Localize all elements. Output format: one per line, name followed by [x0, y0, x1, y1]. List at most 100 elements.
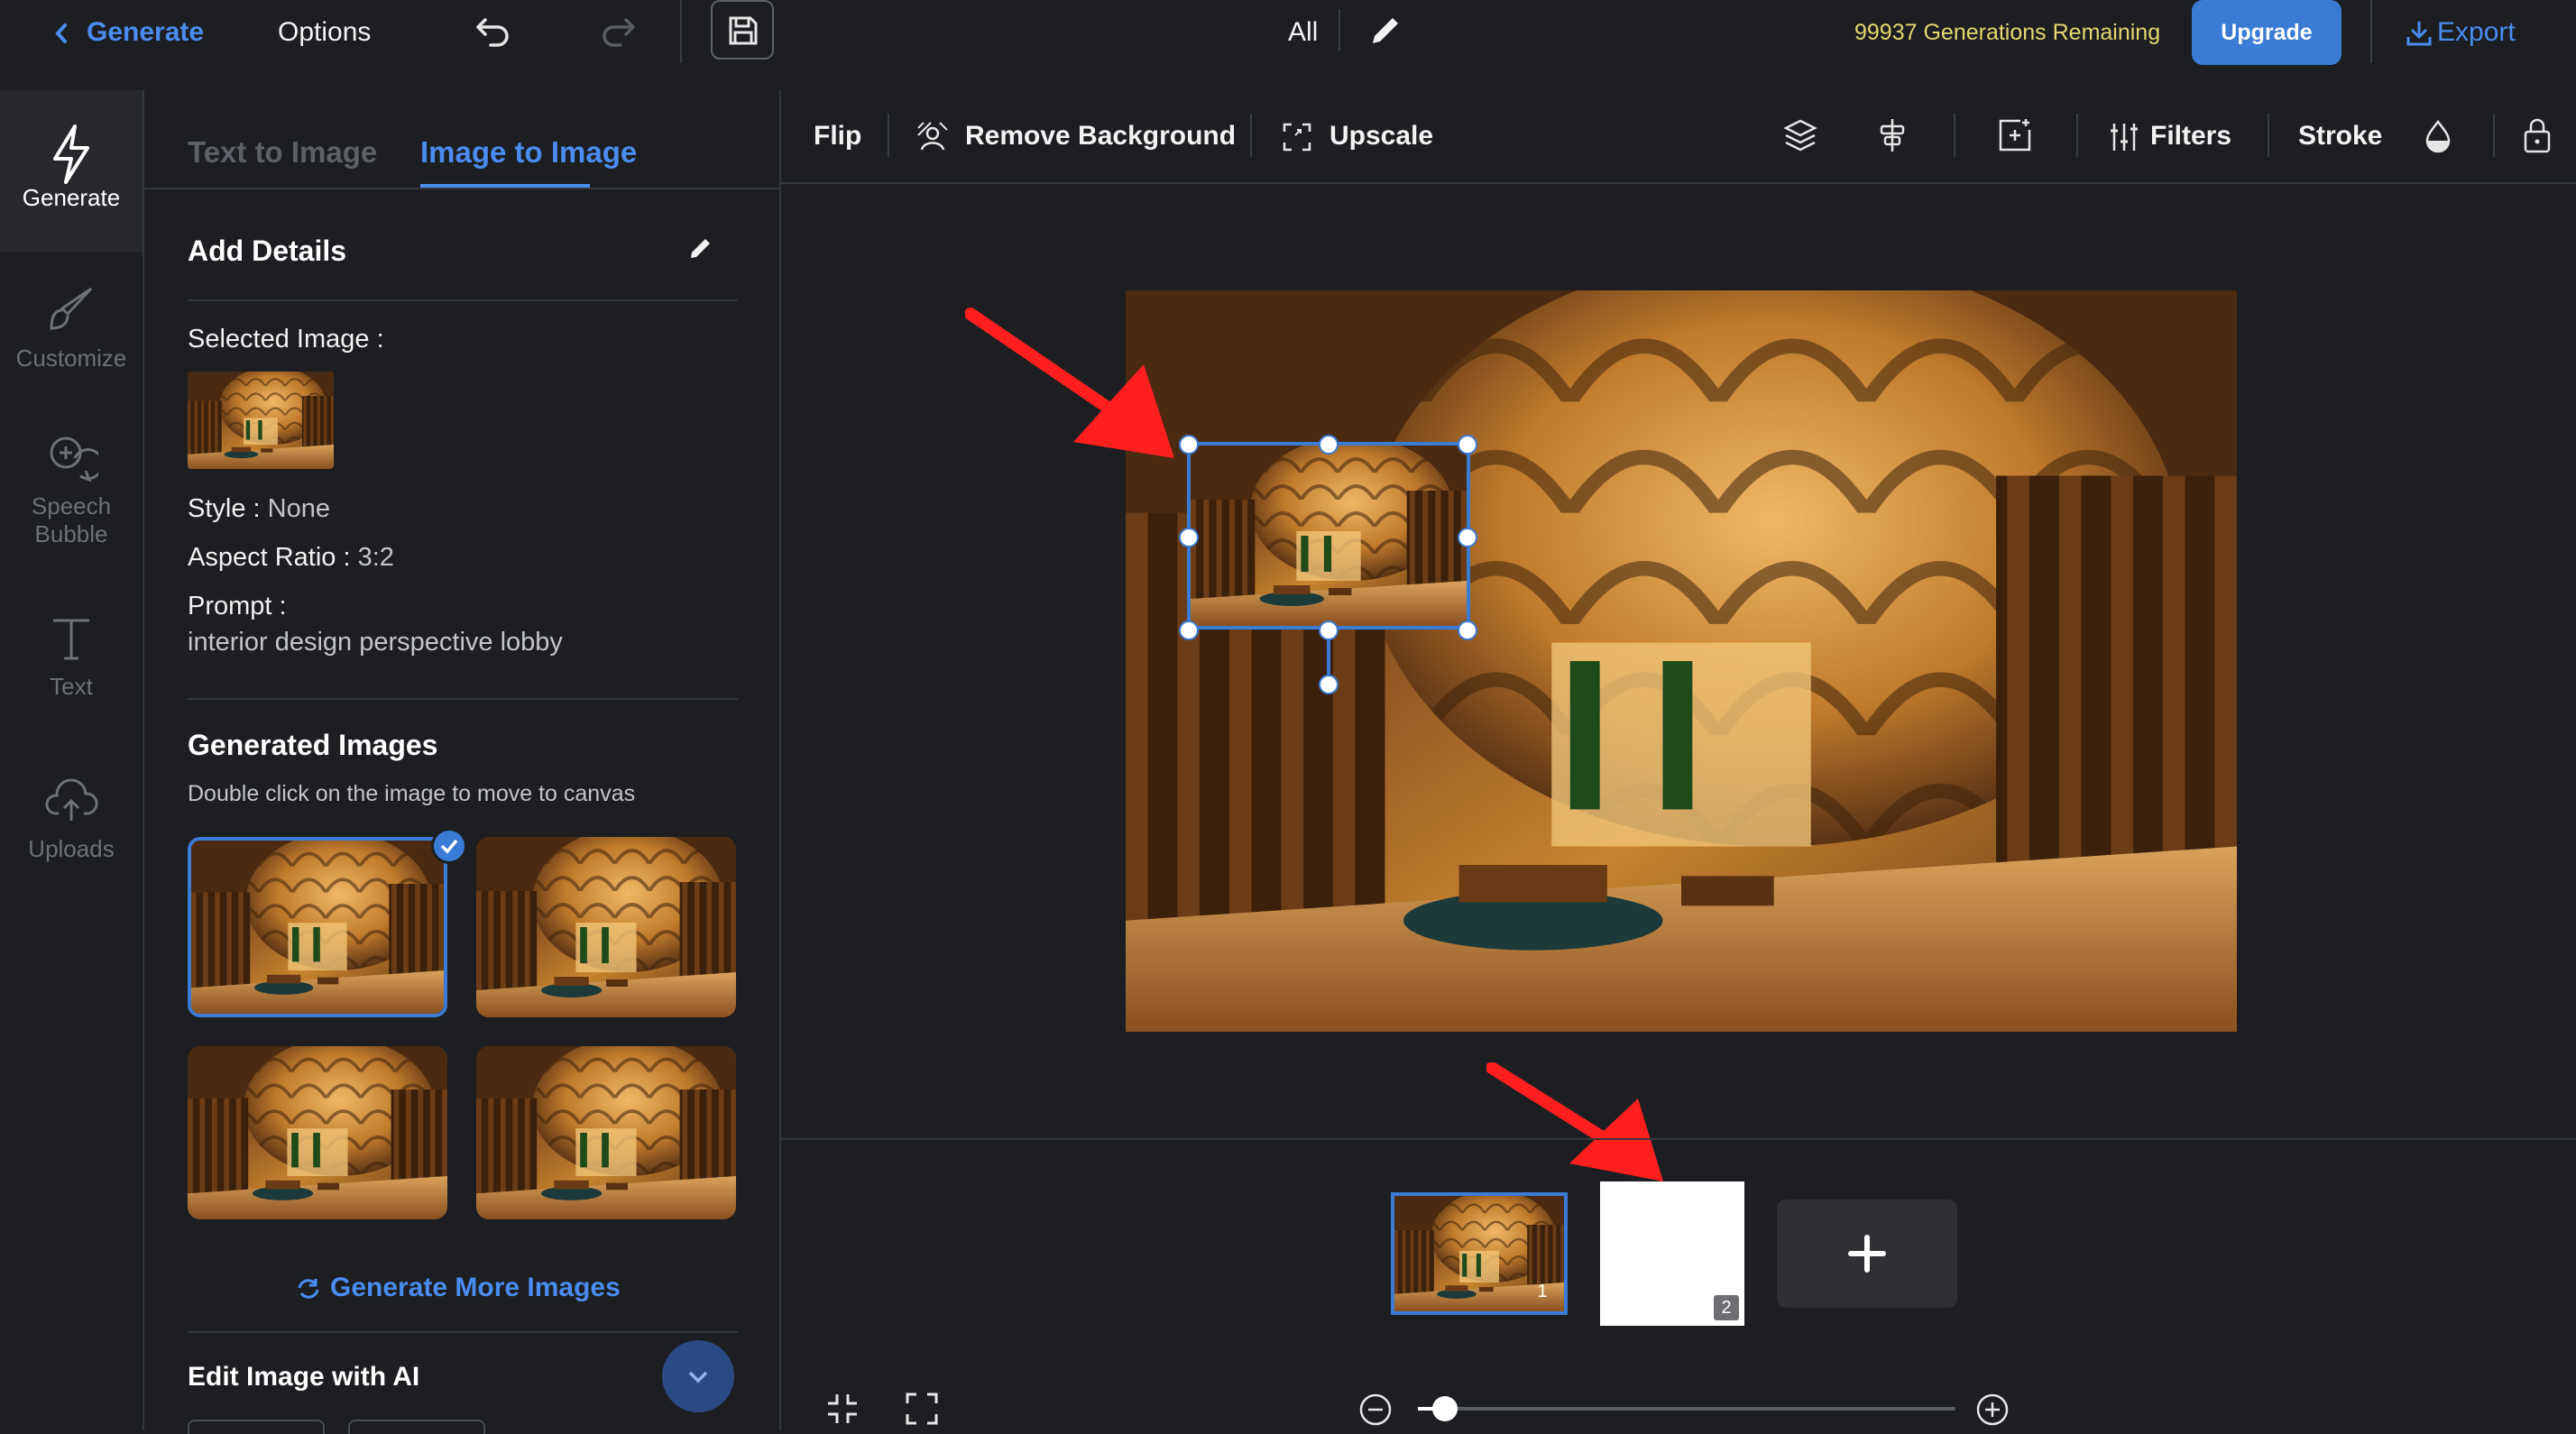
divider: [2370, 0, 2372, 63]
save-button[interactable]: [711, 0, 774, 60]
undo-icon[interactable]: [474, 13, 514, 49]
expand-section-button[interactable]: [662, 1340, 734, 1412]
rotate-handle[interactable]: [1319, 675, 1339, 694]
generated-image-2[interactable]: [476, 837, 736, 1017]
flip-button[interactable]: Flip: [814, 120, 861, 152]
opacity-drop-icon[interactable]: [2423, 119, 2453, 153]
resize-handle[interactable]: [1319, 435, 1339, 455]
add-frame-icon[interactable]: [1997, 117, 2033, 153]
resize-handle[interactable]: [1179, 435, 1199, 455]
divider: [1954, 114, 1955, 157]
rail-item-uploads[interactable]: Uploads: [0, 774, 143, 863]
rail-label: Speech Bubble: [31, 492, 112, 547]
remove-background-icon: [916, 121, 949, 153]
style-row: Style : None: [188, 494, 330, 524]
aspect-value: 3:2: [357, 543, 394, 572]
resize-handle[interactable]: [1179, 620, 1199, 640]
selected-image-thumbnail: [188, 372, 334, 469]
align-center-icon[interactable]: [1876, 117, 1909, 153]
canvas-main-image[interactable]: [1126, 290, 2237, 1032]
zoom-slider-thumb[interactable]: [1432, 1396, 1458, 1421]
tab-text-to-image[interactable]: Text to Image: [188, 135, 377, 170]
prompt-key: Prompt :: [188, 592, 287, 620]
upscale-button[interactable]: Upscale: [1283, 120, 1433, 152]
download-icon: [2405, 19, 2433, 48]
edit-with-ai-title: Edit Image with AI: [188, 1362, 420, 1392]
chevron-down-icon: [685, 1365, 711, 1387]
add-details-title: Add Details: [188, 234, 347, 267]
divider: [188, 698, 738, 700]
zoom-out-icon[interactable]: [1358, 1393, 1393, 1427]
generate-more-button[interactable]: Generate More Images: [296, 1270, 621, 1306]
zoom-in-icon[interactable]: [1975, 1393, 2010, 1427]
top-bar: Generate Options All 99937 Generations R…: [0, 0, 2576, 92]
selected-layer-image[interactable]: [1187, 442, 1470, 630]
tool-rail: Generate Customize Speech Bubble Text Up…: [0, 90, 144, 1430]
generated-image-4[interactable]: [476, 1046, 736, 1219]
tab-image-to-image[interactable]: Image to Image: [420, 135, 637, 170]
ai-option-button[interactable]: [188, 1420, 325, 1434]
remove-background-button[interactable]: Remove Background: [916, 120, 1236, 152]
selected-image-label: Selected Image :: [188, 325, 384, 354]
ai-option-button[interactable]: [348, 1420, 485, 1434]
generated-image-3[interactable]: [188, 1046, 447, 1219]
add-page-button[interactable]: [1777, 1200, 1957, 1308]
layers-icon[interactable]: [1782, 117, 1818, 153]
upscale-icon: [1283, 123, 1311, 152]
divider: [188, 299, 738, 301]
chevron-left-icon: [52, 20, 70, 47]
page-number: 2: [1714, 1295, 1739, 1320]
export-button[interactable]: Export: [2405, 16, 2516, 49]
lightning-icon: [44, 123, 98, 184]
generated-image-1[interactable]: [188, 837, 447, 1017]
aspect-ratio-row: Aspect Ratio : 3:2: [188, 543, 394, 573]
cloud-upload-icon: [44, 774, 98, 828]
sliders-icon: [2109, 122, 2139, 152]
pencil-icon[interactable]: [1367, 13, 1403, 49]
resize-handle[interactable]: [1179, 528, 1199, 547]
annotation-arrow: [965, 307, 1182, 460]
speech-bubble-icon: [44, 431, 98, 485]
text-icon: [44, 611, 98, 666]
lock-icon[interactable]: [2522, 117, 2553, 153]
remove-background-label: Remove Background: [965, 121, 1237, 151]
redo-icon[interactable]: [597, 13, 637, 49]
back-button[interactable]: Generate: [52, 16, 204, 49]
divider: [188, 1331, 738, 1333]
edit-pencil-icon[interactable]: [687, 234, 714, 262]
page-thumbnail-1[interactable]: 1: [1391, 1192, 1568, 1315]
divider: [1339, 9, 1340, 51]
resize-handle[interactable]: [1319, 620, 1339, 640]
generations-remaining: 99937 Generations Remaining: [1854, 20, 2161, 45]
prompt-value: interior design perspective lobby: [188, 628, 563, 657]
generate-more-label: Generate More Images: [330, 1273, 621, 1302]
resize-handle[interactable]: [1458, 620, 1477, 640]
stroke-button[interactable]: Stroke: [2298, 120, 2382, 152]
fit-screen-icon[interactable]: [824, 1391, 860, 1427]
export-label: Export: [2437, 17, 2516, 47]
rail-item-customize[interactable]: Customize: [0, 283, 143, 372]
divider: [2268, 114, 2269, 157]
filters-label: Filters: [2150, 121, 2232, 151]
fullscreen-icon[interactable]: [904, 1391, 940, 1427]
generate-panel: Text to Image Image to Image Add Details…: [144, 90, 781, 1434]
divider: [680, 0, 682, 63]
refresh-icon: [296, 1276, 321, 1301]
upgrade-button[interactable]: Upgrade: [2192, 0, 2341, 65]
layer-select[interactable]: All: [1288, 16, 1318, 49]
rail-item-text[interactable]: Text: [0, 611, 143, 701]
page-thumbnail-2[interactable]: 2: [1600, 1181, 1744, 1326]
rail-label: Text: [50, 673, 93, 700]
rail-item-generate[interactable]: Generate: [0, 90, 143, 253]
plus-icon: [1847, 1234, 1887, 1273]
options-menu[interactable]: Options: [278, 16, 371, 49]
resize-handle[interactable]: [1458, 528, 1477, 547]
filters-button[interactable]: Filters: [2109, 120, 2231, 152]
back-label: Generate: [87, 17, 205, 47]
divider: [2493, 114, 2495, 157]
rail-item-speech-bubble[interactable]: Speech Bubble: [0, 431, 143, 548]
check-icon: [431, 828, 467, 864]
resize-handle[interactable]: [1458, 435, 1477, 455]
divider: [888, 114, 889, 157]
zoom-slider[interactable]: [1418, 1396, 1955, 1421]
